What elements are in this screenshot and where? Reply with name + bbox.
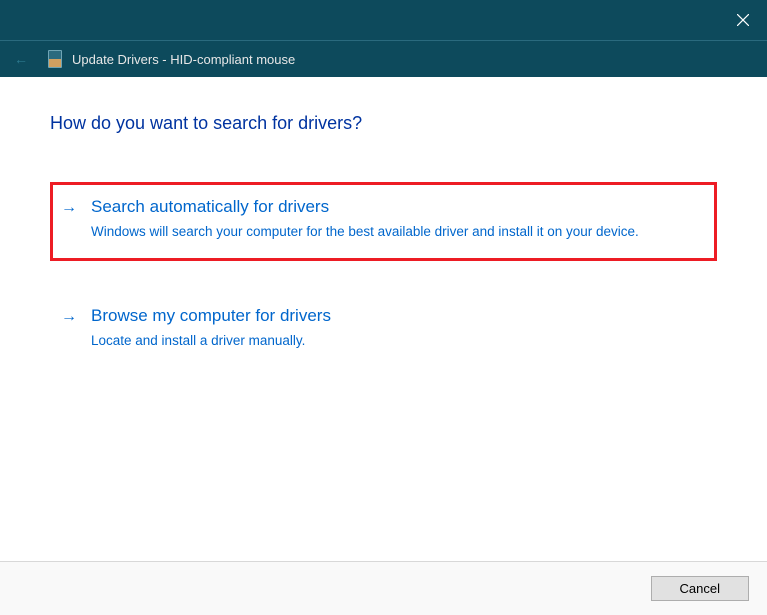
back-arrow-icon[interactable]: ← <box>14 51 28 67</box>
device-icon <box>48 50 62 68</box>
footer: Cancel <box>0 561 767 615</box>
header-bar: ← Update Drivers - HID-compliant mouse <box>0 41 767 77</box>
option-search-automatically[interactable]: → Search automatically for drivers Windo… <box>50 182 717 261</box>
close-icon <box>737 14 749 26</box>
option-text: Browse my computer for drivers Locate an… <box>91 306 696 351</box>
option-description: Windows will search your computer for th… <box>91 223 696 242</box>
close-button[interactable] <box>719 0 767 41</box>
titlebar <box>0 0 767 41</box>
arrow-right-icon: → <box>61 308 77 326</box>
main-heading: How do you want to search for drivers? <box>50 113 717 134</box>
option-text: Search automatically for drivers Windows… <box>91 197 696 242</box>
arrow-right-icon: → <box>61 199 77 217</box>
option-title: Browse my computer for drivers <box>91 306 696 326</box>
option-description: Locate and install a driver manually. <box>91 332 696 351</box>
header-title: Update Drivers - HID-compliant mouse <box>72 52 295 67</box>
content-area: How do you want to search for drivers? →… <box>0 77 767 561</box>
option-browse-computer[interactable]: → Browse my computer for drivers Locate … <box>50 291 717 370</box>
cancel-button[interactable]: Cancel <box>651 576 749 601</box>
option-title: Search automatically for drivers <box>91 197 696 217</box>
